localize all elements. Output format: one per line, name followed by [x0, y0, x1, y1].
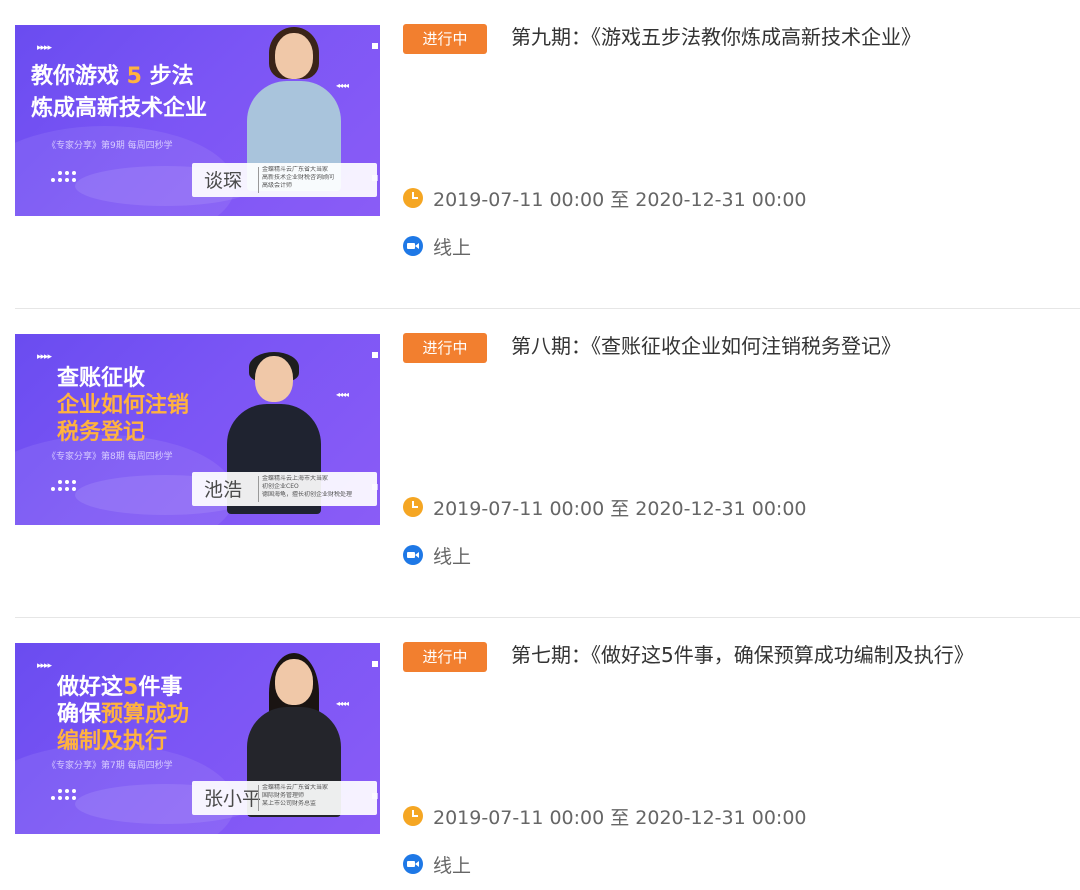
- event-list-item[interactable]: ▸▸▸▸ ◂◂◂◂ 教你游戏 5 步法 炼成高新技术企业 《专家分享》第9期 每…: [0, 0, 1080, 309]
- speaker-description: 金蝶精斗云广东省大当家 高新技术企业财税咨询顾问 高级会计师: [262, 166, 335, 189]
- speaker-description: 金蝶精斗云广东省大当家 国际财务管理师 某上市公司财务总监: [262, 784, 329, 807]
- thumb-tag: 《专家分享》第7期 每周四秒学: [47, 761, 173, 771]
- event-thumbnail[interactable]: ▸▸▸▸ ◂◂◂◂ 做好这5件事 确保预算成功 编制及执行 《专家分享》第7期 …: [15, 643, 380, 834]
- event-time: 2019-07-11 00:00 至 2020-12-31 00:00: [403, 804, 807, 829]
- speaker-nameplate: 谈琛 金蝶精斗云广东省大当家 高新技术企业财税咨询顾问 高级会计师: [192, 163, 377, 197]
- camera-icon: [403, 545, 423, 565]
- camera-icon: [403, 236, 423, 256]
- square-decor-icon: [372, 352, 378, 358]
- camera-icon: [403, 854, 423, 874]
- event-time: 2019-07-11 00:00 至 2020-12-31 00:00: [403, 495, 807, 520]
- event-list-item[interactable]: ▸▸▸▸ ◂◂◂◂ 查账征收 企业如何注销 税务登记 《专家分享》第8期 每周四…: [0, 309, 1080, 618]
- square-decor-icon: [372, 43, 378, 49]
- thumb-title-line-1: 教你游戏 5 步法: [31, 64, 194, 89]
- speaker-description: 金蝶精斗云上海市大当家 初创企业CEO 德国海龟，擅长初创企业财税处理: [262, 475, 353, 498]
- thumb-title-line-1: 查账征收: [57, 366, 146, 391]
- speaker-nameplate: 张小平 金蝶精斗云广东省大当家 国际财务管理师 某上市公司财务总监: [192, 781, 377, 815]
- event-list-item[interactable]: ▸▸▸▸ ◂◂◂◂ 做好这5件事 确保预算成功 编制及执行 《专家分享》第7期 …: [0, 618, 1080, 890]
- dots-decor-icon: [51, 170, 81, 186]
- clock-icon: [403, 806, 423, 826]
- thumb-tag: 《专家分享》第8期 每周四秒学: [47, 452, 173, 462]
- status-badge: 进行中: [403, 333, 487, 363]
- event-thumbnail[interactable]: ▸▸▸▸ ◂◂◂◂ 教你游戏 5 步法 炼成高新技术企业 《专家分享》第9期 每…: [15, 25, 380, 216]
- thumb-tag: 《专家分享》第9期 每周四秒学: [47, 141, 173, 151]
- event-title-link[interactable]: 第九期：《游戏五步法教你炼成高新技术企业》: [511, 22, 921, 52]
- speaker-name: 张小平: [204, 788, 262, 810]
- thumb-title-line-1: 做好这5件事: [57, 675, 183, 700]
- speaker-name: 谈琛: [204, 170, 243, 192]
- thumb-title-line-3: 编制及执行: [57, 729, 168, 754]
- dots-decor-icon: [51, 479, 81, 495]
- clock-icon: [403, 188, 423, 208]
- event-time: 2019-07-11 00:00 至 2020-12-31 00:00: [403, 186, 807, 211]
- arrows-decor-icon: ▸▸▸▸: [37, 661, 52, 671]
- status-badge: 进行中: [403, 642, 487, 672]
- dots-decor-icon: [51, 788, 81, 804]
- speaker-photo: [243, 27, 343, 191]
- square-decor-icon: [372, 661, 378, 667]
- arrows-decor-icon: ▸▸▸▸: [37, 43, 52, 53]
- speaker-nameplate: 池浩 金蝶精斗云上海市大当家 初创企业CEO 德国海龟，擅长初创企业财税处理: [192, 472, 377, 506]
- event-thumbnail[interactable]: ▸▸▸▸ ◂◂◂◂ 查账征收 企业如何注销 税务登记 《专家分享》第8期 每周四…: [15, 334, 380, 525]
- thumb-title-line-2: 炼成高新技术企业: [31, 96, 208, 121]
- event-location: 线上: [403, 543, 471, 568]
- arrows-decor-icon: ◂◂◂◂: [336, 390, 349, 399]
- event-location: 线上: [403, 234, 471, 259]
- arrows-decor-icon: ▸▸▸▸: [37, 352, 52, 362]
- thumb-title-line-3: 税务登记: [57, 420, 146, 445]
- thumb-title-line-2: 确保预算成功: [57, 702, 190, 727]
- event-title-link[interactable]: 第八期：《查账征收企业如何注销税务登记》: [511, 331, 901, 361]
- event-title-link[interactable]: 第七期：《做好这5件事，确保预算成功编制及执行》: [511, 640, 974, 670]
- event-location: 线上: [403, 852, 471, 877]
- speaker-name: 池浩: [204, 479, 243, 501]
- thumb-title-line-2: 企业如何注销: [57, 393, 190, 418]
- clock-icon: [403, 497, 423, 517]
- status-badge: 进行中: [403, 24, 487, 54]
